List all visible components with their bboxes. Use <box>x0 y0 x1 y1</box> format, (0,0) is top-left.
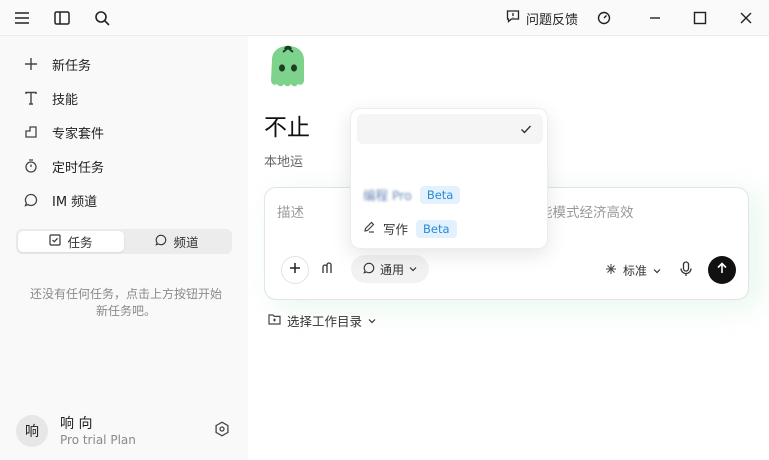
sidebar-item-label: IM 频道 <box>52 194 98 210</box>
menu-item-coding[interactable]: 编程 Pro Beta <box>363 185 461 204</box>
add-attachment-button[interactable] <box>281 256 309 284</box>
page-subtitle: 本地运 <box>264 155 304 170</box>
chat-icon <box>363 262 375 277</box>
close-icon[interactable] <box>737 9 755 27</box>
cube-icon <box>22 123 40 141</box>
pen-icon <box>363 221 375 236</box>
tab-channels[interactable]: 频道 <box>124 231 230 252</box>
sidebar-item-skills[interactable]: 技能 <box>22 88 78 108</box>
feedback-icon <box>506 9 520 27</box>
tab-tasks[interactable]: 任务 <box>18 231 124 252</box>
microphone-icon[interactable] <box>679 261 697 279</box>
menu-icon[interactable] <box>13 9 31 27</box>
standard-label: 标准 <box>623 264 648 278</box>
settings-icon[interactable] <box>214 421 232 439</box>
sidebar-item-expert-kit[interactable]: 专家套件 <box>22 122 104 142</box>
arrow-up-icon <box>716 262 728 278</box>
task-channel-toggle: 任务 频道 <box>16 229 232 254</box>
user-name: 响 向 <box>60 416 93 432</box>
sidebar-item-im-channels[interactable]: IM 频道 <box>22 190 97 210</box>
sidebar-item-new-task[interactable]: 新任务 <box>22 54 91 74</box>
select-workdir-button[interactable]: 选择工作目录 <box>268 311 376 330</box>
user-plan: Pro trial Plan <box>60 433 136 447</box>
beta-badge: Beta <box>419 185 461 204</box>
prompt-placeholder-tail: 能模式经济高效 <box>539 205 634 221</box>
sidebar-item-label: 新任务 <box>52 58 92 74</box>
timer-icon <box>22 157 40 175</box>
user-profile: 响 响 向 Pro trial Plan <box>16 413 236 447</box>
maximize-icon[interactable] <box>691 9 709 27</box>
plus-icon <box>22 55 40 73</box>
sidebar-item-label: 技能 <box>52 92 79 108</box>
menu-item-writing[interactable]: 写作 Beta <box>363 219 457 238</box>
sidebar-toggle-icon[interactable] <box>53 9 71 27</box>
plus-icon <box>289 262 301 278</box>
sidebar-item-label: 专家套件 <box>52 126 105 142</box>
tools-icon <box>320 261 334 279</box>
tab-channels-label: 频道 <box>173 235 199 250</box>
beta-badge: Beta <box>416 219 457 238</box>
prompt-input[interactable]: 描述 <box>277 201 304 221</box>
tools-button[interactable] <box>313 256 341 284</box>
mode-label: 通用 <box>379 262 404 277</box>
checkbox-icon <box>49 234 62 249</box>
sidebar-item-scheduled-tasks[interactable]: 定时任务 <box>22 156 104 176</box>
text-icon <box>22 89 40 107</box>
folder-icon <box>268 313 281 328</box>
feedback-label: 问题反馈 <box>526 12 579 28</box>
check-icon <box>519 122 533 136</box>
avatar[interactable]: 响 <box>16 415 48 447</box>
standard-select[interactable]: 标准 <box>605 262 661 279</box>
tab-tasks-label: 任务 <box>67 235 93 250</box>
page-title: 不止 <box>264 115 310 141</box>
app-logo <box>264 42 312 90</box>
chat-icon <box>22 191 40 209</box>
title-bar: 问题反馈 <box>0 0 769 36</box>
menu-item-writing-label: 写作 <box>383 222 409 237</box>
menu-item-coding-label: 编程 Pro <box>363 188 412 203</box>
gauge-icon[interactable] <box>595 9 613 27</box>
workdir-label: 选择工作目录 <box>287 314 363 329</box>
search-icon[interactable] <box>93 9 111 27</box>
mode-select[interactable]: 通用 <box>351 255 429 283</box>
empty-task-message: 还没有任何任务，点击上方按钮开始 新任务吧。 <box>29 287 222 318</box>
mode-dropdown-menu: 编程 Pro Beta 写作 Beta <box>350 108 548 249</box>
sidebar-item-label: 定时任务 <box>52 160 105 176</box>
minimize-icon[interactable] <box>646 9 664 27</box>
chevron-down-icon <box>409 262 417 276</box>
menu-item-selected[interactable] <box>357 114 543 144</box>
sidebar: 新任务 技能 专家套件 定时任务 IM 频道 任务 频道 还没有任何任务，点击上… <box>0 36 248 460</box>
chat-icon <box>155 234 167 249</box>
sparkle-icon <box>605 263 617 278</box>
chevron-down-icon <box>368 313 376 328</box>
chevron-down-icon <box>653 264 661 278</box>
feedback-button[interactable]: 问题反馈 <box>506 9 579 28</box>
send-button[interactable] <box>708 256 736 284</box>
